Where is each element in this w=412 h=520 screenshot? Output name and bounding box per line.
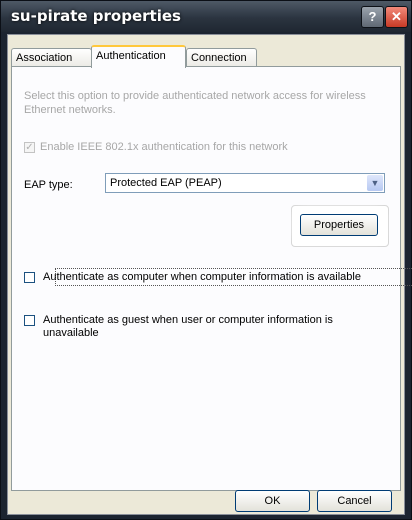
help-button[interactable]: ? xyxy=(361,6,384,28)
eap-type-value: Protected EAP (PEAP) xyxy=(110,177,222,189)
cancel-button[interactable]: Cancel xyxy=(317,490,392,512)
close-button[interactable]: ✕ xyxy=(385,6,408,28)
auth-computer-label: Authenticate as computer when computer i… xyxy=(43,271,361,283)
auth-guest-checkbox[interactable] xyxy=(24,315,35,326)
tab-authentication[interactable]: Authentication xyxy=(91,45,186,68)
enable-8021x-checkbox[interactable]: ✓ xyxy=(24,142,35,153)
properties-dialog: su-pirate properties ? ✕ Association Aut… xyxy=(0,0,412,520)
window-title: su-pirate properties xyxy=(11,7,181,25)
properties-button[interactable]: Properties xyxy=(300,214,378,236)
dialog-client: Association Authentication Connection Se… xyxy=(7,34,412,515)
tab-association[interactable]: Association xyxy=(11,48,92,66)
authentication-panel: Select this option to provide authentica… xyxy=(11,66,412,491)
auth-description: Select this option to provide authentica… xyxy=(24,90,366,116)
auth-computer-checkbox[interactable] xyxy=(24,272,35,283)
ok-button[interactable]: OK xyxy=(235,490,310,512)
auth-guest-label: Authenticate as guest when user or compu… xyxy=(43,314,333,339)
enable-8021x-label: Enable IEEE 802.1x authentication for th… xyxy=(40,141,288,153)
title-bar[interactable]: su-pirate properties ? ✕ xyxy=(1,1,411,32)
eap-type-label: EAP type: xyxy=(24,179,73,191)
eap-type-select[interactable]: Protected EAP (PEAP) ▼ xyxy=(105,173,385,193)
chevron-down-icon[interactable]: ▼ xyxy=(367,175,383,191)
tab-connection[interactable]: Connection xyxy=(186,48,257,66)
